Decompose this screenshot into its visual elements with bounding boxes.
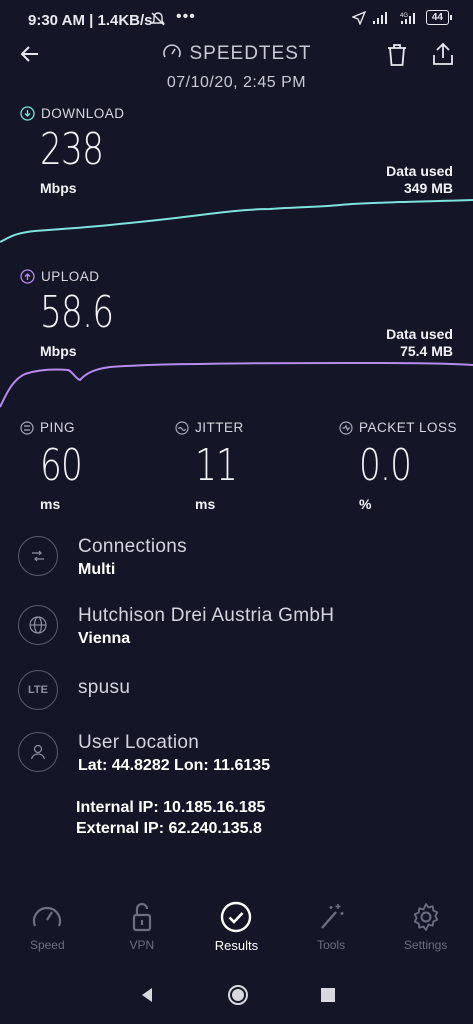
nav-results[interactable]: Results — [189, 900, 284, 970]
internal-ip: Internal IP: 10.185.16.185 — [76, 799, 266, 816]
nav-vpn-label: VPN — [129, 938, 155, 952]
share-button[interactable] — [432, 42, 454, 71]
bottom-nav: Speed VPN Results Tools Settings — [0, 900, 473, 970]
upload-data-used-label: Data used — [386, 326, 453, 342]
packet-loss-label-text: PACKET LOSS — [359, 420, 458, 435]
globe-icon — [18, 605, 58, 645]
system-navigation — [0, 975, 473, 1015]
provider-name: Hutchison Drei Austria GmbH — [78, 605, 335, 626]
page-title-text: SPEEDTEST — [189, 43, 312, 64]
magic-wand-icon — [321, 904, 344, 929]
battery-icon: 44 — [425, 10, 453, 25]
nav-results-label: Results — [214, 938, 259, 953]
unlock-icon — [132, 902, 151, 932]
carrier-row: LTE spusu — [18, 670, 130, 710]
location-title: User Location — [78, 732, 200, 753]
packet-loss-unit: % — [359, 496, 372, 512]
upload-label-text: UPLOAD — [41, 269, 100, 284]
signal-4g-icon: 4G — [400, 12, 415, 24]
delete-button[interactable] — [386, 43, 408, 72]
jitter-label-text: JITTER — [195, 420, 244, 435]
connections-icon — [18, 536, 58, 576]
lte-icon: LTE — [18, 670, 58, 710]
ping-label-text: PING — [40, 420, 76, 435]
external-ip: External IP: 62.240.135.8 — [76, 820, 262, 837]
jitter-icon — [175, 420, 189, 435]
upload-label: UPLOAD — [20, 269, 100, 284]
upload-value: 58.6 — [40, 287, 114, 338]
user-icon — [18, 732, 58, 772]
jitter-unit: ms — [195, 496, 216, 512]
check-circle-icon — [221, 901, 252, 933]
packet-loss-icon — [339, 420, 353, 435]
nav-tools-label: Tools — [317, 938, 346, 952]
download-data-used-label: Data used — [386, 163, 453, 179]
upload-icon — [20, 269, 35, 284]
jitter-value: 11 — [195, 440, 238, 491]
download-label-text: DOWNLOAD — [41, 106, 125, 121]
ping-value: 60 — [40, 440, 83, 491]
test-date: 07/10/20, 2:45 PM — [166, 74, 307, 91]
svg-text:4G: 4G — [400, 13, 408, 19]
location-row: User Location Lat: 44.8282 Lon: 11.6135 — [18, 732, 270, 775]
location-arrow-icon — [351, 10, 366, 25]
system-back-button[interactable] — [138, 986, 156, 1004]
nav-settings[interactable]: Settings — [378, 900, 473, 970]
ping-label: PING — [20, 420, 75, 435]
mute-icon — [150, 11, 166, 31]
signal-icon — [372, 11, 387, 24]
system-home-button[interactable] — [226, 983, 250, 1007]
provider-city: Vienna — [78, 630, 131, 647]
download-graph — [0, 199, 473, 243]
carrier-name: spusu — [78, 677, 131, 698]
packet-loss-label: PACKET LOSS — [339, 420, 457, 435]
connections-row: Connections Multi — [18, 536, 187, 579]
status-icons: 4G 44 — [351, 10, 453, 25]
provider-row: Hutchison Drei Austria GmbH Vienna — [18, 605, 334, 648]
ping-icon — [20, 420, 34, 435]
nav-speed[interactable]: Speed — [0, 900, 95, 970]
ping-unit: ms — [40, 496, 61, 512]
nav-tools[interactable]: Tools — [284, 900, 379, 970]
download-data-used: Data used 349 MB — [386, 163, 453, 197]
speedometer-icon — [33, 906, 62, 927]
jitter-label: JITTER — [175, 420, 244, 435]
connections-value: Multi — [78, 561, 116, 578]
nav-settings-label: Settings — [403, 938, 448, 952]
download-value: 238 — [40, 124, 104, 175]
connections-title: Connections — [78, 536, 187, 557]
status-bar: 9:30 AM | 1.4KB/s ••• 4G 44 — [0, 0, 473, 40]
nav-vpn[interactable]: VPN — [95, 900, 190, 970]
status-time: 9:30 AM | 1.4KB/s — [28, 12, 153, 29]
location-coordinates: Lat: 44.8282 Lon: 11.6135 — [78, 757, 271, 774]
packet-loss-value: 0.0 — [359, 440, 412, 491]
upload-graph — [0, 362, 473, 408]
gear-icon — [413, 903, 438, 931]
nav-speed-label: Speed — [29, 938, 65, 952]
download-unit: Mbps — [40, 180, 77, 196]
ip-block: Internal IP: 10.185.16.185 External IP: … — [76, 797, 265, 839]
speedometer-icon — [162, 42, 182, 68]
download-label: DOWNLOAD — [20, 106, 125, 121]
more-notifications-icon: ••• — [176, 8, 196, 25]
download-icon — [20, 106, 35, 121]
system-recents-button[interactable] — [320, 987, 336, 1003]
